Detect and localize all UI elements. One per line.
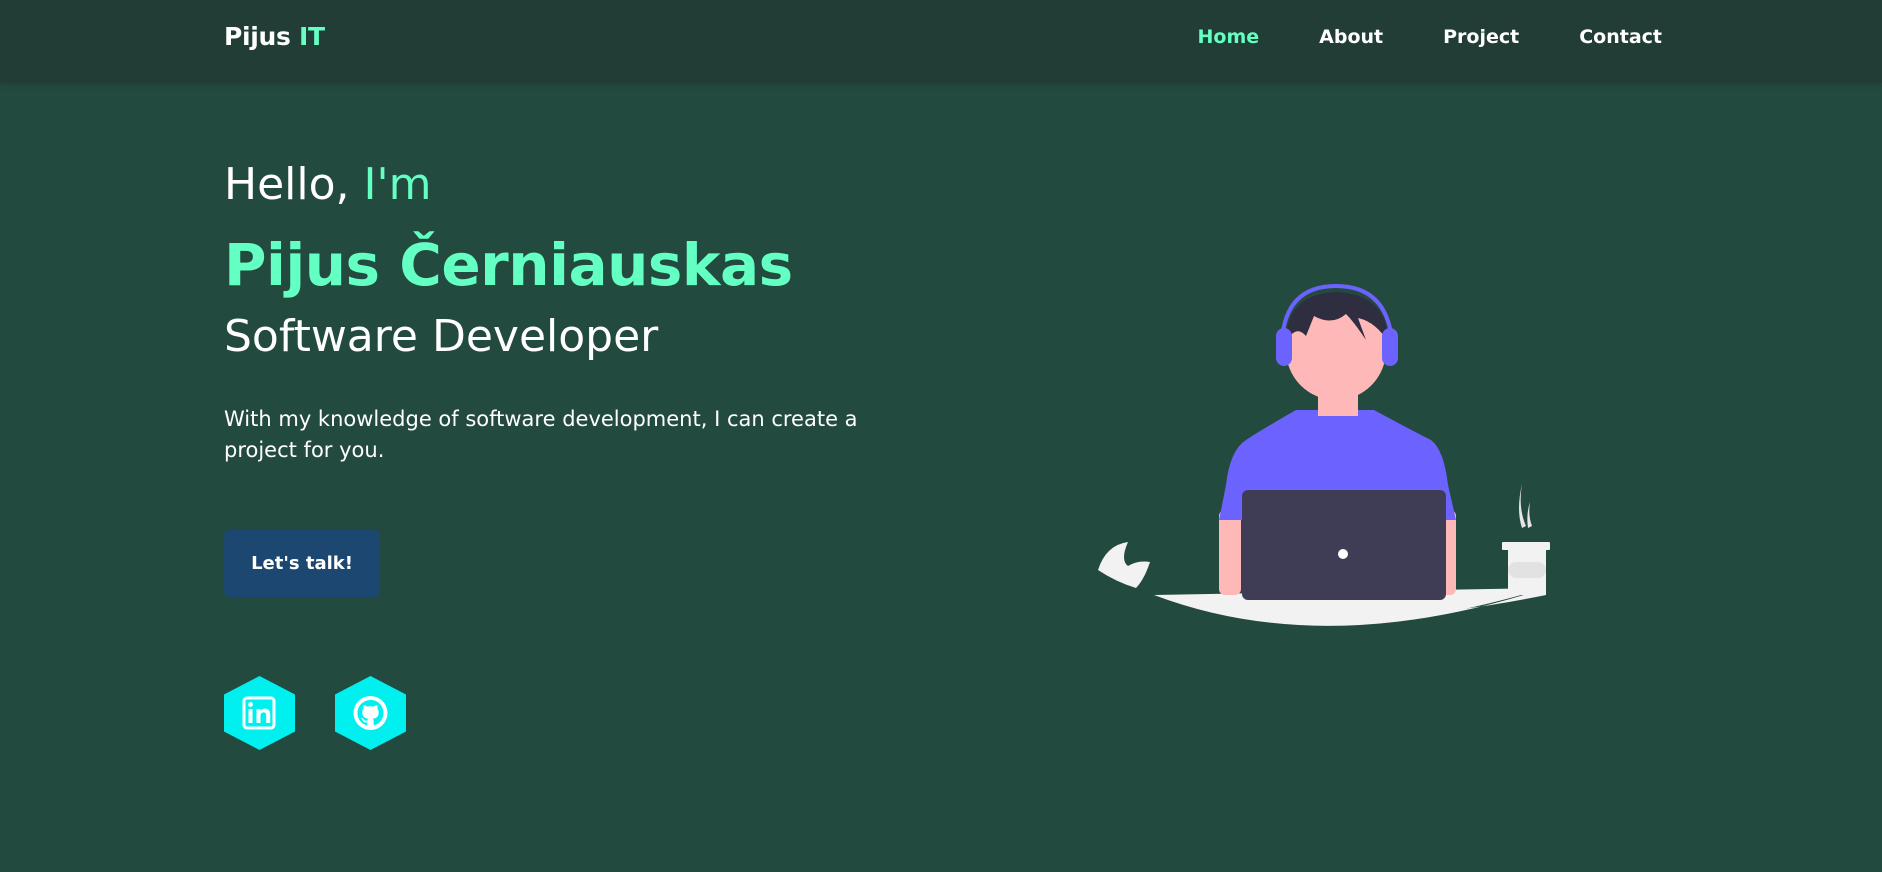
steam-icon [1519, 484, 1526, 528]
greeting-text: Hello, [224, 159, 350, 210]
brand-accent: IT [299, 22, 325, 51]
nav-menu: Home About Project Contact [1138, 26, 1662, 48]
laptop-logo [1338, 549, 1348, 559]
left-arm [1219, 510, 1241, 595]
hero-greeting: Hello, I'm [224, 160, 944, 210]
brand-logo[interactable]: Pijus IT [224, 22, 325, 51]
laptop-icon [1242, 490, 1446, 600]
brand-name: Pijus [224, 22, 291, 51]
leaf-icon [1098, 542, 1150, 588]
nav-item-home[interactable]: Home [1198, 26, 1260, 48]
greeting-accent: I'm [363, 159, 432, 210]
github-icon [335, 676, 406, 750]
hero-role: Software Developer [224, 311, 659, 362]
hero-name: Pijus Černiauskas [224, 231, 793, 299]
developer-illustration [1098, 283, 1550, 626]
nav-item-contact[interactable]: Contact [1579, 26, 1662, 48]
lets-talk-button[interactable]: Let's talk! [224, 530, 380, 597]
nav-item-about[interactable]: About [1319, 26, 1383, 48]
social-links [224, 676, 406, 750]
github-link[interactable] [335, 676, 406, 750]
linkedin-link[interactable] [224, 676, 295, 750]
hero-section: Hello, I'm Pijus Černiauskas Software De… [224, 160, 944, 597]
navbar: Pijus IT Home About Project Contact [0, 0, 1882, 83]
cup-lid [1502, 542, 1550, 550]
linkedin-icon [224, 676, 295, 750]
hero-tagline: With my knowledge of software developmen… [224, 407, 858, 462]
nav-item-project[interactable]: Project [1443, 26, 1519, 48]
